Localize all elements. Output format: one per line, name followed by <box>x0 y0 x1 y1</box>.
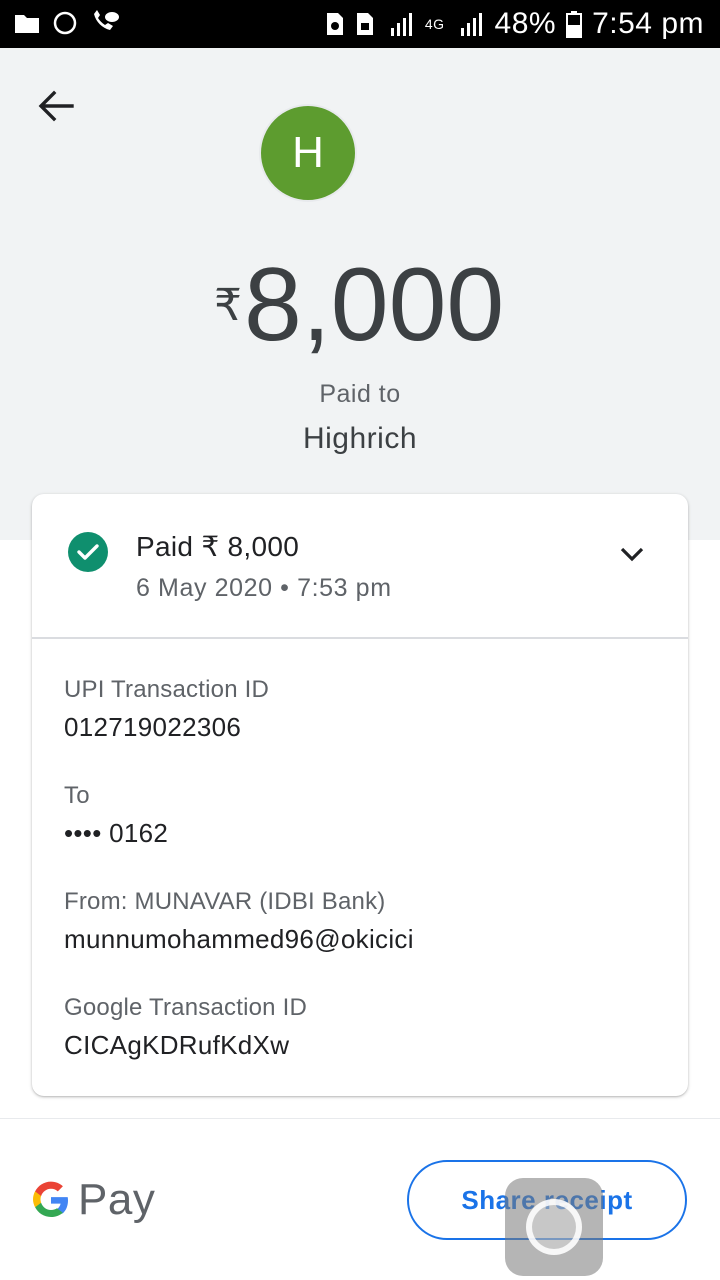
sim2-icon <box>356 13 373 35</box>
gpay-logo: Pay <box>30 1170 155 1230</box>
payee-name: Highrich <box>302 422 418 455</box>
transaction-date: 6 May 2020 • 7:53 pm <box>136 574 392 602</box>
clock: 7:54 pm <box>592 7 704 40</box>
amount-value: 8,000 <box>244 247 505 363</box>
to-label: To <box>64 782 90 809</box>
sim-icon <box>326 13 343 35</box>
check-circle-icon <box>68 532 108 572</box>
footer-divider <box>0 1118 720 1119</box>
circle-icon <box>53 11 77 35</box>
signal-2-icon <box>460 13 482 36</box>
status-right-icons: 4G 48% 7:54 pm <box>325 0 704 48</box>
folder-icon <box>15 15 39 33</box>
chevron-down-icon[interactable] <box>612 534 652 574</box>
back-button[interactable] <box>34 84 78 128</box>
battery-icon <box>566 11 583 38</box>
upi-transaction-label: UPI Transaction ID <box>64 676 270 703</box>
google-g-icon <box>33 1181 68 1217</box>
from-upi-id: munnumohammed96@okicici <box>64 924 414 954</box>
signal-icon <box>390 13 412 36</box>
to-account: •••• 0162 <box>64 818 169 848</box>
assistive-touch-icon <box>526 1199 582 1255</box>
currency-symbol: ₹ <box>214 281 242 330</box>
upi-transaction-id: 012719022306 <box>64 712 242 742</box>
back-arrow-icon <box>38 90 74 122</box>
gpay-pay-text: Pay <box>78 1175 156 1224</box>
paid-to-label: Paid to <box>319 380 401 408</box>
paid-amount-text: Paid ₹ 8,000 <box>136 531 300 562</box>
transaction-card: Paid ₹ 8,000 6 May 2020 • 7:53 pm UPI Tr… <box>32 494 688 1096</box>
divider <box>32 637 688 639</box>
status-bar: 4G 48% 7:54 pm <box>0 0 720 48</box>
transaction-summary[interactable]: Paid ₹ 8,000 6 May 2020 • 7:53 pm <box>32 494 688 638</box>
phone-chat-icon <box>94 10 119 30</box>
payment-header: H ₹ 8,000 Paid to Highrich <box>0 48 720 540</box>
status-left-icons <box>14 10 120 36</box>
google-transaction-id: CICAgKDRufKdXw <box>64 1030 290 1060</box>
google-transaction-label: Google Transaction ID <box>64 994 307 1021</box>
amount: ₹ 8,000 <box>0 250 720 360</box>
from-label: From: MUNAVAR (IDBI Bank) <box>64 888 386 915</box>
battery-percent: 48% <box>494 7 557 40</box>
avatar: H <box>259 104 357 202</box>
assistive-touch-button[interactable] <box>505 1178 603 1276</box>
network-type: 4G <box>424 16 445 32</box>
